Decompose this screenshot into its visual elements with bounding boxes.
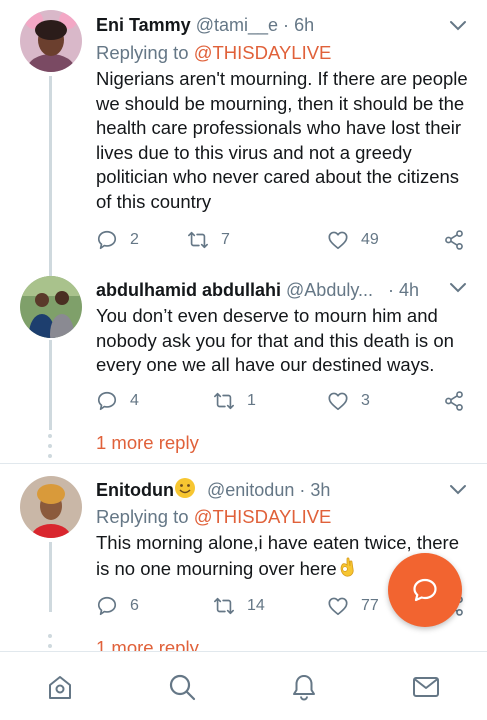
user-handle[interactable]: @enitodun [207, 480, 294, 500]
more-replies-link[interactable]: 1 more reply [96, 431, 199, 455]
share-icon [445, 230, 463, 250]
search-icon [169, 674, 196, 701]
retweet-button[interactable]: 14 [213, 593, 265, 619]
retweet-count: 1 [247, 392, 256, 409]
retweet-icon [214, 597, 234, 615]
display-name[interactable]: Enitodun [96, 480, 174, 500]
compose-reply-button[interactable] [388, 553, 462, 627]
thread-line [49, 258, 52, 276]
bottom-tab-bar [0, 651, 487, 720]
reply-button[interactable]: 6 [96, 593, 139, 619]
more-replies-link[interactable]: 1 more reply [96, 636, 199, 651]
reply-tweet-1[interactable]: Eni Tammy @tami__e · 6h Replying to @THI… [0, 0, 487, 258]
tweet-header: abdulhamid abdullahi @Abduly... · 4h [96, 277, 447, 303]
tweet-header: Eni Tammy @tami__e · 6h [96, 12, 447, 38]
thread-dots [48, 634, 52, 651]
display-name[interactable]: Eni Tammy [96, 15, 191, 35]
replying-to-line: Replying to @THISDAYLIVE [96, 505, 331, 529]
replying-to-line: Replying to @THISDAYLIVE [96, 41, 331, 65]
bell-icon [293, 675, 315, 701]
replies-feed[interactable]: Eni Tammy @tami__e · 6h Replying to @THI… [0, 0, 487, 651]
heart-icon [328, 392, 348, 411]
reply-icon [97, 391, 117, 411]
smiley-emoji-icon [174, 478, 195, 498]
avatar[interactable] [20, 10, 82, 72]
replying-to-mention[interactable]: @THISDAYLIVE [194, 42, 332, 63]
thread-dots [48, 434, 52, 464]
retweet-icon [188, 231, 208, 249]
mail-icon [413, 677, 439, 697]
retweet-button[interactable]: 1 [213, 388, 256, 414]
home-icon [49, 676, 71, 699]
reply-tweet-2[interactable]: abdulhamid abdullahi @Abduly... · 4h You… [0, 258, 487, 463]
timestamp: 6h [294, 15, 315, 35]
tweet-header: Enitodun @enitodun · 3h [96, 477, 447, 503]
like-button[interactable]: 3 [327, 388, 370, 414]
share-button[interactable] [443, 227, 465, 253]
retweet-count: 7 [221, 231, 230, 248]
reply-icon [97, 230, 117, 250]
avatar[interactable] [20, 276, 82, 338]
ok-hand-emoji-icon [340, 556, 354, 577]
replying-to-mention[interactable]: @THISDAYLIVE [194, 506, 332, 527]
avatar[interactable] [20, 476, 82, 538]
display-name[interactable]: abdulhamid abdullahi [96, 280, 281, 300]
compose-reply-icon [413, 578, 437, 602]
like-count: 3 [361, 392, 370, 409]
separator: · [283, 15, 290, 35]
reply-button[interactable]: 2 [96, 227, 139, 253]
reply-count: 4 [130, 392, 139, 409]
user-handle[interactable]: @tami__e [196, 15, 278, 35]
like-button[interactable]: 49 [327, 227, 379, 253]
chevron-down-icon[interactable] [449, 484, 467, 496]
heart-icon [328, 597, 348, 616]
chevron-down-icon[interactable] [449, 20, 467, 32]
like-count: 49 [361, 231, 379, 248]
thread-line [49, 340, 52, 430]
share-button[interactable] [443, 388, 465, 414]
share-icon [445, 391, 463, 411]
reply-count: 2 [130, 231, 139, 248]
like-button[interactable]: 77 [327, 593, 379, 619]
tweet-text: You don’t even deserve to mourn him and … [96, 305, 454, 375]
tweet-actions: 4 1 3 [96, 388, 467, 414]
tab-messages[interactable] [411, 672, 441, 702]
chevron-down-icon[interactable] [449, 282, 467, 294]
retweet-icon [214, 392, 234, 410]
thread-line [49, 76, 52, 258]
tab-home[interactable] [45, 672, 75, 702]
tweet-actions: 2 7 49 [96, 227, 467, 253]
separator: · [388, 280, 395, 300]
tab-notifications[interactable] [289, 672, 319, 702]
user-handle[interactable]: @Abduly... [286, 280, 373, 300]
thread-line [49, 542, 52, 612]
timestamp: 4h [399, 280, 420, 300]
replying-prefix: Replying to [96, 42, 189, 63]
timestamp: 3h [310, 480, 331, 500]
retweet-count: 14 [247, 597, 265, 614]
tab-search[interactable] [167, 672, 197, 702]
retweet-button[interactable]: 7 [187, 227, 230, 253]
reply-button[interactable]: 4 [96, 388, 139, 414]
tweet-text: Nigerians aren't mourning. If there are … [96, 68, 468, 212]
separator: · [299, 480, 306, 500]
reply-count: 6 [130, 597, 139, 614]
heart-icon [328, 231, 348, 250]
replying-prefix: Replying to [96, 506, 189, 527]
reply-icon [97, 596, 117, 616]
like-count: 77 [361, 597, 379, 614]
